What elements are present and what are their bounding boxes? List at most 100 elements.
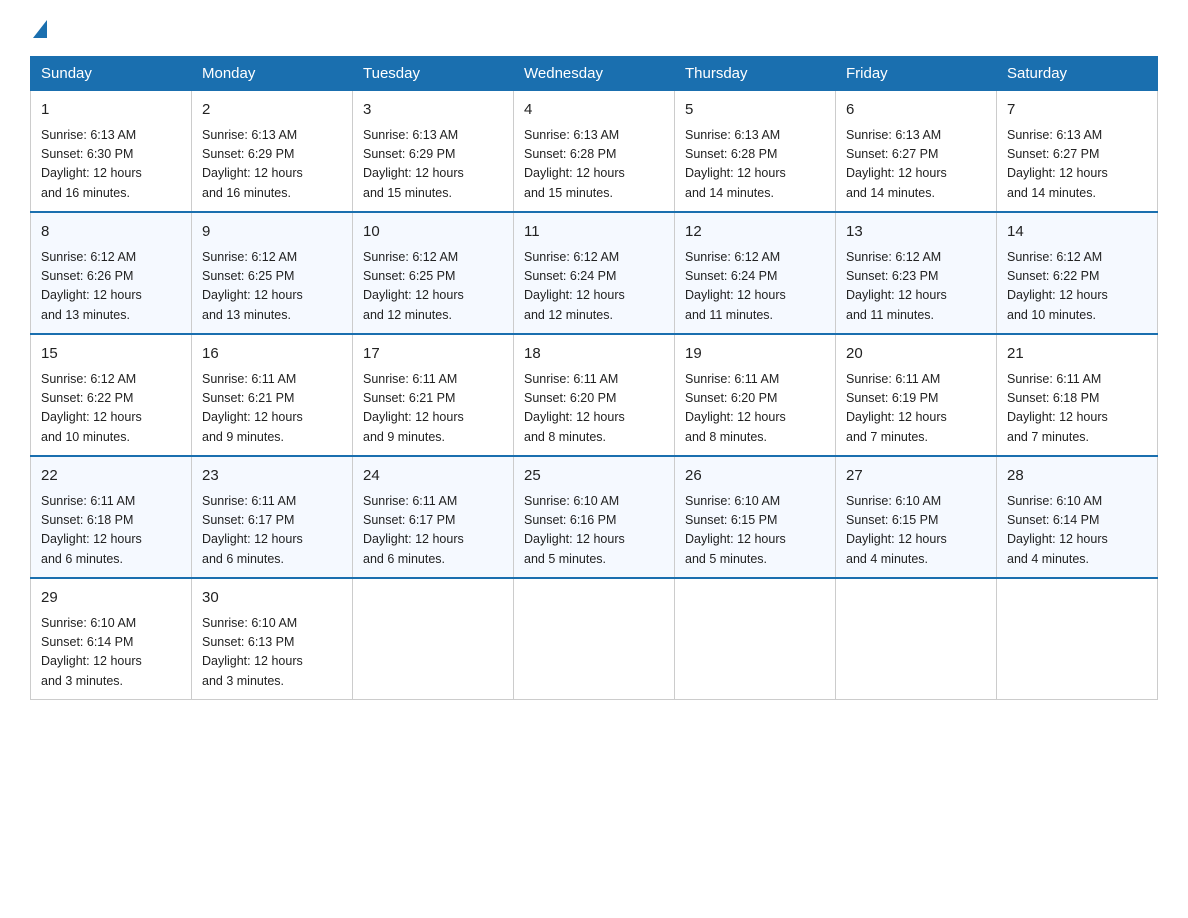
calendar-cell: 2 Sunrise: 6:13 AMSunset: 6:29 PMDaylight… bbox=[192, 91, 353, 213]
calendar-cell: 6 Sunrise: 6:13 AMSunset: 6:27 PMDaylight… bbox=[836, 91, 997, 213]
day-number: 13 bbox=[846, 221, 986, 244]
day-number: 1 bbox=[41, 99, 181, 122]
day-info: Sunrise: 6:12 AMSunset: 6:24 PMDaylight:… bbox=[524, 248, 664, 326]
calendar-cell: 19 Sunrise: 6:11 AMSunset: 6:20 PMDayligh… bbox=[675, 334, 836, 456]
calendar-table: SundayMondayTuesdayWednesdayThursdayFrid… bbox=[30, 56, 1158, 700]
day-info: Sunrise: 6:12 AMSunset: 6:25 PMDaylight:… bbox=[202, 248, 342, 326]
day-info: Sunrise: 6:11 AMSunset: 6:17 PMDaylight:… bbox=[363, 492, 503, 570]
col-header-thursday: Thursday bbox=[675, 57, 836, 91]
calendar-header-row: SundayMondayTuesdayWednesdayThursdayFrid… bbox=[31, 57, 1158, 91]
day-number: 17 bbox=[363, 343, 503, 366]
col-header-sunday: Sunday bbox=[31, 57, 192, 91]
calendar-cell: 17 Sunrise: 6:11 AMSunset: 6:21 PMDayligh… bbox=[353, 334, 514, 456]
col-header-friday: Friday bbox=[836, 57, 997, 91]
day-info: Sunrise: 6:11 AMSunset: 6:21 PMDaylight:… bbox=[363, 370, 503, 448]
calendar-cell: 18 Sunrise: 6:11 AMSunset: 6:20 PMDayligh… bbox=[514, 334, 675, 456]
day-info: Sunrise: 6:12 AMSunset: 6:25 PMDaylight:… bbox=[363, 248, 503, 326]
calendar-cell: 12 Sunrise: 6:12 AMSunset: 6:24 PMDayligh… bbox=[675, 212, 836, 334]
calendar-cell: 16 Sunrise: 6:11 AMSunset: 6:21 PMDayligh… bbox=[192, 334, 353, 456]
calendar-week-row: 1 Sunrise: 6:13 AMSunset: 6:30 PMDaylight… bbox=[31, 91, 1158, 213]
day-number: 24 bbox=[363, 465, 503, 488]
day-info: Sunrise: 6:10 AMSunset: 6:14 PMDaylight:… bbox=[1007, 492, 1147, 570]
day-number: 21 bbox=[1007, 343, 1147, 366]
day-number: 25 bbox=[524, 465, 664, 488]
day-number: 20 bbox=[846, 343, 986, 366]
calendar-cell: 25Sunrise: 6:10 AMSunset: 6:16 PMDayligh… bbox=[514, 456, 675, 578]
calendar-cell: 27 Sunrise: 6:10 AMSunset: 6:15 PMDayligh… bbox=[836, 456, 997, 578]
day-number: 19 bbox=[685, 343, 825, 366]
day-number: 30 bbox=[202, 587, 342, 610]
day-info: Sunrise: 6:12 AMSunset: 6:26 PMDaylight:… bbox=[41, 248, 181, 326]
day-info: Sunrise: 6:12 AMSunset: 6:23 PMDaylight:… bbox=[846, 248, 986, 326]
col-header-tuesday: Tuesday bbox=[353, 57, 514, 91]
col-header-saturday: Saturday bbox=[997, 57, 1158, 91]
day-number: 12 bbox=[685, 221, 825, 244]
day-info: Sunrise: 6:11 AMSunset: 6:21 PMDaylight:… bbox=[202, 370, 342, 448]
calendar-cell: 30 Sunrise: 6:10 AMSunset: 6:13 PMDayligh… bbox=[192, 578, 353, 700]
day-number: 22 bbox=[41, 465, 181, 488]
day-number: 2 bbox=[202, 99, 342, 122]
day-info: Sunrise: 6:13 AMSunset: 6:29 PMDaylight:… bbox=[202, 126, 342, 204]
day-number: 26 bbox=[685, 465, 825, 488]
day-number: 27 bbox=[846, 465, 986, 488]
day-number: 23 bbox=[202, 465, 342, 488]
day-number: 5 bbox=[685, 99, 825, 122]
calendar-cell: 1 Sunrise: 6:13 AMSunset: 6:30 PMDaylight… bbox=[31, 91, 192, 213]
day-info: Sunrise: 6:13 AMSunset: 6:27 PMDaylight:… bbox=[846, 126, 986, 204]
day-number: 16 bbox=[202, 343, 342, 366]
day-info: Sunrise: 6:13 AMSunset: 6:27 PMDaylight:… bbox=[1007, 126, 1147, 204]
col-header-wednesday: Wednesday bbox=[514, 57, 675, 91]
calendar-cell: 11 Sunrise: 6:12 AMSunset: 6:24 PMDayligh… bbox=[514, 212, 675, 334]
day-info: Sunrise: 6:13 AMSunset: 6:28 PMDaylight:… bbox=[685, 126, 825, 204]
day-number: 3 bbox=[363, 99, 503, 122]
calendar-cell: 3 Sunrise: 6:13 AMSunset: 6:29 PMDaylight… bbox=[353, 91, 514, 213]
day-number: 15 bbox=[41, 343, 181, 366]
calendar-cell bbox=[997, 578, 1158, 700]
calendar-cell: 14 Sunrise: 6:12 AMSunset: 6:22 PMDayligh… bbox=[997, 212, 1158, 334]
calendar-cell: 22 Sunrise: 6:11 AMSunset: 6:18 PMDayligh… bbox=[31, 456, 192, 578]
calendar-cell: 21 Sunrise: 6:11 AMSunset: 6:18 PMDayligh… bbox=[997, 334, 1158, 456]
calendar-week-row: 15 Sunrise: 6:12 AMSunset: 6:22 PMDayligh… bbox=[31, 334, 1158, 456]
calendar-cell: 9Sunrise: 6:12 AMSunset: 6:25 PMDaylight… bbox=[192, 212, 353, 334]
day-number: 8 bbox=[41, 221, 181, 244]
day-info: Sunrise: 6:10 AMSunset: 6:14 PMDaylight:… bbox=[41, 614, 181, 692]
calendar-cell bbox=[675, 578, 836, 700]
calendar-cell: 29 Sunrise: 6:10 AMSunset: 6:14 PMDayligh… bbox=[31, 578, 192, 700]
day-info: Sunrise: 6:11 AMSunset: 6:18 PMDaylight:… bbox=[41, 492, 181, 570]
calendar-cell bbox=[353, 578, 514, 700]
day-info: Sunrise: 6:13 AMSunset: 6:29 PMDaylight:… bbox=[363, 126, 503, 204]
day-info: Sunrise: 6:12 AMSunset: 6:22 PMDaylight:… bbox=[1007, 248, 1147, 326]
day-number: 4 bbox=[524, 99, 664, 122]
day-info: Sunrise: 6:11 AMSunset: 6:20 PMDaylight:… bbox=[685, 370, 825, 448]
day-number: 11 bbox=[524, 221, 664, 244]
calendar-cell: 5 Sunrise: 6:13 AMSunset: 6:28 PMDaylight… bbox=[675, 91, 836, 213]
day-number: 10 bbox=[363, 221, 503, 244]
page-header bbox=[30, 20, 1158, 36]
calendar-cell: 23Sunrise: 6:11 AMSunset: 6:17 PMDayligh… bbox=[192, 456, 353, 578]
calendar-cell: 24 Sunrise: 6:11 AMSunset: 6:17 PMDayligh… bbox=[353, 456, 514, 578]
calendar-week-row: 29 Sunrise: 6:10 AMSunset: 6:14 PMDayligh… bbox=[31, 578, 1158, 700]
day-number: 18 bbox=[524, 343, 664, 366]
day-number: 7 bbox=[1007, 99, 1147, 122]
col-header-monday: Monday bbox=[192, 57, 353, 91]
day-number: 14 bbox=[1007, 221, 1147, 244]
day-number: 29 bbox=[41, 587, 181, 610]
calendar-cell: 13 Sunrise: 6:12 AMSunset: 6:23 PMDayligh… bbox=[836, 212, 997, 334]
logo-arrow-icon bbox=[33, 20, 47, 38]
day-info: Sunrise: 6:11 AMSunset: 6:18 PMDaylight:… bbox=[1007, 370, 1147, 448]
day-info: Sunrise: 6:12 AMSunset: 6:24 PMDaylight:… bbox=[685, 248, 825, 326]
day-info: Sunrise: 6:10 AMSunset: 6:13 PMDaylight:… bbox=[202, 614, 342, 692]
day-info: Sunrise: 6:11 AMSunset: 6:20 PMDaylight:… bbox=[524, 370, 664, 448]
logo bbox=[30, 20, 47, 36]
day-info: Sunrise: 6:13 AMSunset: 6:28 PMDaylight:… bbox=[524, 126, 664, 204]
day-info: Sunrise: 6:13 AMSunset: 6:30 PMDaylight:… bbox=[41, 126, 181, 204]
day-info: Sunrise: 6:11 AMSunset: 6:19 PMDaylight:… bbox=[846, 370, 986, 448]
calendar-cell: 8 Sunrise: 6:12 AMSunset: 6:26 PMDaylight… bbox=[31, 212, 192, 334]
calendar-cell: 20 Sunrise: 6:11 AMSunset: 6:19 PMDayligh… bbox=[836, 334, 997, 456]
day-info: Sunrise: 6:12 AMSunset: 6:22 PMDaylight:… bbox=[41, 370, 181, 448]
calendar-week-row: 22 Sunrise: 6:11 AMSunset: 6:18 PMDayligh… bbox=[31, 456, 1158, 578]
calendar-cell: 15 Sunrise: 6:12 AMSunset: 6:22 PMDayligh… bbox=[31, 334, 192, 456]
day-number: 6 bbox=[846, 99, 986, 122]
calendar-cell bbox=[836, 578, 997, 700]
day-info: Sunrise: 6:10 AMSunset: 6:15 PMDaylight:… bbox=[846, 492, 986, 570]
